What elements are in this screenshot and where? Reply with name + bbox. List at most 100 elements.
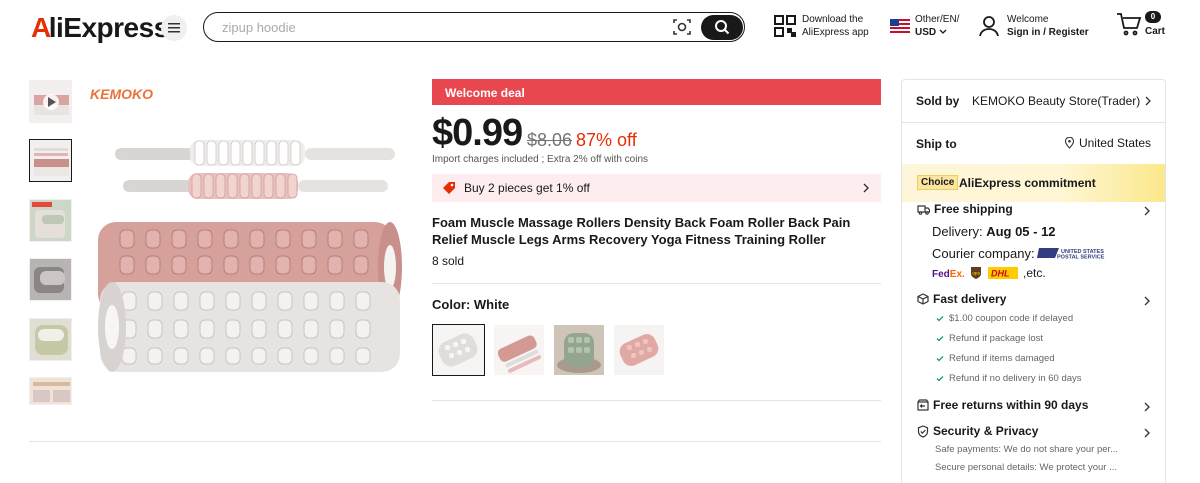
welcome-label: Welcome (1007, 14, 1049, 25)
sign-in-link[interactable]: Welcome Sign in / Register (979, 13, 1089, 39)
ups-logo-icon: ups (971, 267, 981, 279)
delivery-prefix: Delivery: (932, 224, 987, 239)
usps-logo-icon: UNITED STATESPOSTAL SERVICE (1037, 248, 1105, 261)
shield-icon (917, 424, 929, 438)
search-button[interactable] (701, 14, 743, 40)
product-title: Foam Muscle Massage Rollers Density Back… (432, 215, 851, 247)
security-privacy-row[interactable]: Security & Privacy (917, 424, 1038, 438)
check-icon (936, 336, 944, 342)
chevron-right-icon (863, 183, 869, 193)
thumbnail-video[interactable] (29, 80, 72, 123)
search-bar (203, 12, 745, 42)
original-price: $8.06 (527, 130, 573, 150)
chevron-right-icon (1145, 96, 1152, 106)
tag-icon (443, 182, 455, 194)
check-icon (936, 356, 944, 362)
seller-name: KEMOKO Beauty Store(Trader) (972, 94, 1141, 108)
security-item: Secure personal details: We protect your… (935, 462, 1117, 473)
chevron-right-icon (1144, 296, 1150, 306)
cart-label: Cart (1145, 26, 1166, 37)
welcome-deal-banner: Welcome deal (432, 79, 881, 105)
svg-text:POSTAL SERVICE: POSTAL SERVICE (1057, 255, 1105, 261)
aliexpress-commitment-banner: Choice AliExpress commitment (902, 164, 1165, 202)
courier-etc: ,etc. (1023, 266, 1046, 280)
divider (902, 122, 1165, 123)
free-shipping-label: Free shipping (934, 202, 1013, 216)
download-app-link[interactable]: Download the AliExpress app (774, 13, 869, 39)
chevron-down-icon (939, 29, 947, 34)
menu-icon[interactable] (161, 15, 187, 41)
choice-badge: Choice (917, 175, 959, 190)
thumbnail-1[interactable] (29, 139, 72, 182)
variant-green[interactable] (554, 325, 604, 375)
ship-to-selector[interactable]: United States (1064, 136, 1151, 150)
site-header: AliExpress Download the AliExpress app Ot… (0, 0, 1200, 56)
bulk-coupon-label: Buy 2 pieces get 1% off (464, 181, 590, 195)
divider (29, 441, 881, 442)
discount-label: 87% off (576, 130, 637, 150)
language-currency-selector[interactable]: Other/EN/USD (890, 13, 959, 39)
search-input[interactable] (222, 18, 642, 36)
color-label: Color: White (432, 297, 510, 312)
user-icon (979, 16, 999, 37)
check-icon (936, 316, 944, 322)
variant-white[interactable] (432, 324, 485, 376)
ship-to-country: United States (1078, 136, 1151, 150)
fast-delivery-row[interactable]: Fast delivery (917, 292, 1006, 306)
carrier-logos: FedEx. ups DHL ,etc. (932, 266, 1046, 280)
variant-pink[interactable] (614, 325, 664, 375)
svg-text:DHL: DHL (991, 269, 1010, 279)
seller-link[interactable]: KEMOKO Beauty Store(Trader) (972, 94, 1152, 108)
free-returns-label: Free returns within 90 days (933, 398, 1089, 412)
variant-pink-set[interactable] (494, 325, 544, 375)
main-product-image[interactable] (90, 110, 410, 400)
divider (432, 283, 881, 284)
fast-delivery-item: Refund if items damaged (936, 353, 1055, 364)
check-icon (936, 376, 944, 382)
fast-delivery-item-text: Refund if items damaged (949, 353, 1055, 364)
free-shipping-row[interactable]: Free shipping (917, 202, 1013, 216)
qr-code-icon (774, 15, 796, 37)
current-price: $0.99 (432, 112, 523, 154)
image-search-icon[interactable] (672, 17, 692, 37)
import-charges-note: Import charges included ; Extra 2% off w… (432, 154, 649, 165)
us-flag-icon (890, 19, 910, 33)
chevron-right-icon (1144, 428, 1150, 438)
thumbnail-3[interactable] (29, 258, 72, 301)
security-item: Safe payments: We do not share your per.… (935, 444, 1119, 455)
aliexpress-logo[interactable]: AliExpress (31, 12, 169, 44)
fedex-logo-icon: FedEx. (932, 269, 964, 279)
thumbnail-2[interactable] (29, 199, 72, 242)
fast-delivery-label: Fast delivery (933, 292, 1007, 306)
security-privacy-label: Security & Privacy (933, 424, 1039, 438)
thumbnail-5[interactable] (29, 377, 72, 405)
delivery-estimate: Delivery: Aug 05 - 12 (932, 224, 1056, 239)
thumbnail-4[interactable] (29, 318, 72, 361)
svg-text:FedEx.: FedEx. (932, 269, 964, 279)
sold-count: 8 sold (432, 254, 465, 268)
bulk-coupon-bar[interactable]: Buy 2 pieces get 1% off (432, 174, 881, 202)
courier-label: Courier company: (932, 246, 1035, 261)
currency-label: USD (915, 27, 937, 38)
free-returns-row[interactable]: Free returns within 90 days (917, 398, 1088, 412)
commitment-title: AliExpress commitment (959, 176, 1096, 190)
delivery-dates: Aug 05 - 12 (986, 224, 1056, 239)
svg-text:ups: ups (972, 271, 980, 276)
lang-line1: Other/EN/ (915, 14, 960, 25)
purchase-panel: Sold by KEMOKO Beauty Store(Trader) Ship… (901, 79, 1166, 483)
box-icon (917, 293, 929, 305)
divider (432, 400, 881, 401)
chevron-right-icon (1144, 206, 1150, 216)
dhl-logo-icon: DHL (988, 267, 1018, 279)
chevron-right-icon (1144, 402, 1150, 412)
cart-icon (1117, 13, 1142, 36)
search-icon (715, 20, 730, 35)
location-pin-icon (1064, 137, 1074, 149)
sign-in-register: Sign in / Register (1007, 27, 1089, 38)
cart-button[interactable]: 0 Cart (1116, 11, 1165, 41)
fast-delivery-item-text: Refund if package lost (949, 333, 1044, 344)
brand-label: KEMOKO (90, 86, 153, 102)
truck-icon (917, 204, 930, 215)
app-line2: AliExpress app (802, 27, 869, 38)
fast-delivery-item: Refund if package lost (936, 333, 1043, 344)
